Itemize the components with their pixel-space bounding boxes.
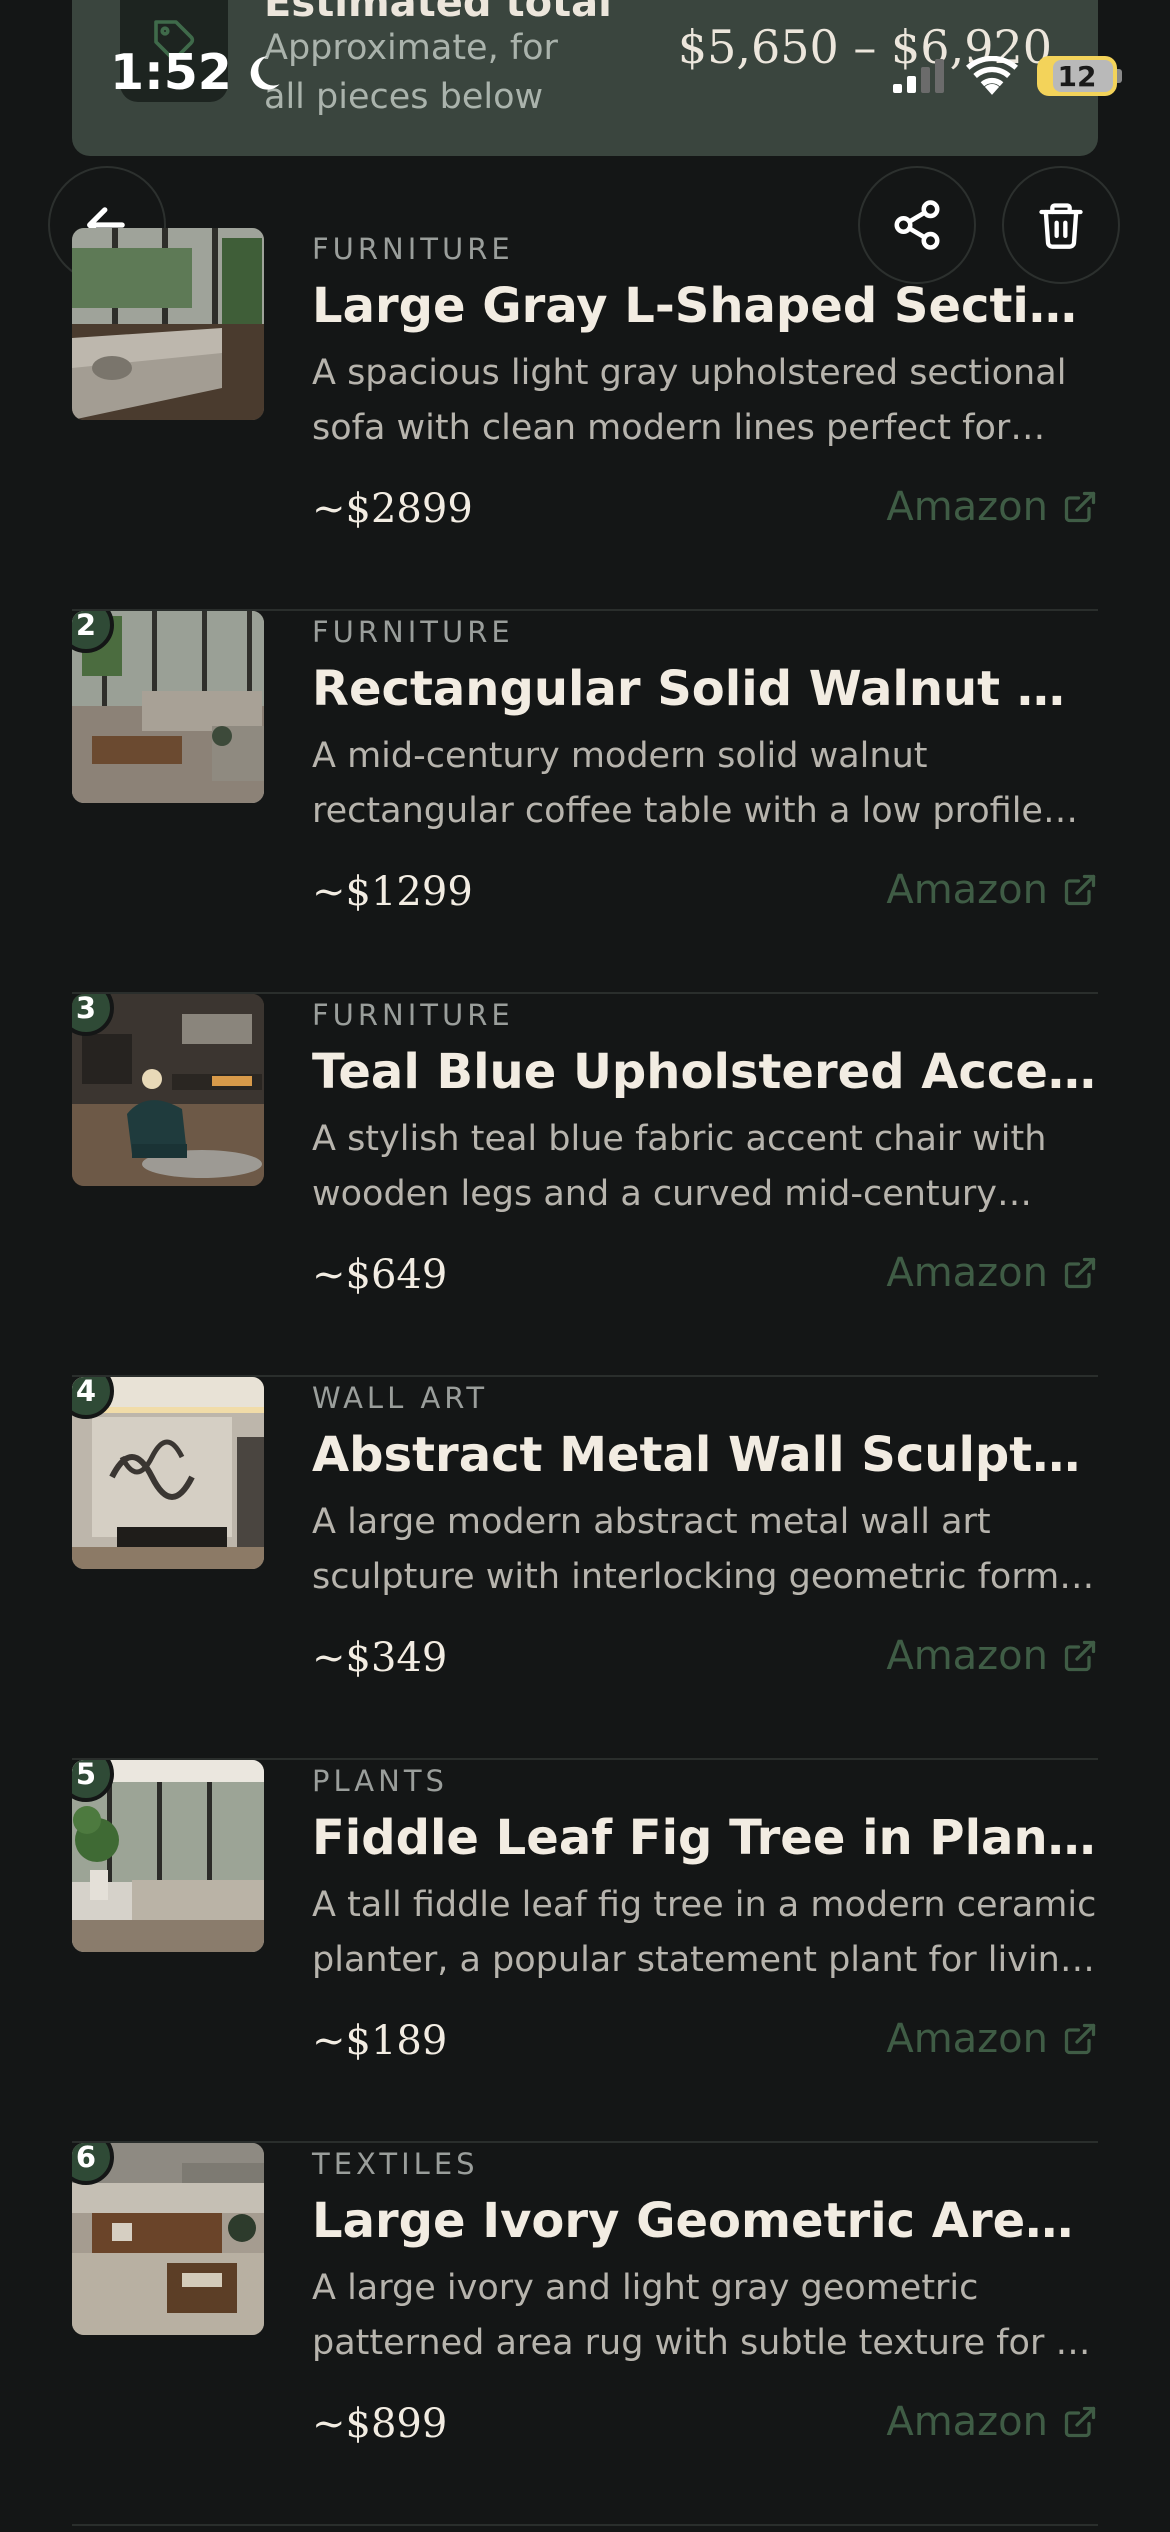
store-link[interactable]: Amazon	[886, 1250, 1098, 1296]
external-link-icon	[1064, 2406, 1096, 2438]
store-link-label: Amazon	[886, 2016, 1048, 2062]
product-thumbnail[interactable]: 3	[72, 994, 264, 1186]
product-category: FURNITURE	[312, 998, 514, 1032]
status-indicators: 12	[891, 56, 1122, 96]
product-description: A tall fiddle leaf fig tree in a modern …	[312, 1885, 1097, 1980]
product-price: ~$1299	[312, 869, 473, 915]
list-item[interactable]: 6 TEXTILES Large Ivory Geometric Area Ru…	[72, 2143, 1098, 2526]
external-link-icon	[1064, 1640, 1096, 1672]
external-link-icon	[1064, 874, 1096, 906]
product-name: Large Gray L-Shaped Sectional Sofa	[312, 278, 1098, 334]
store-link[interactable]: Amazon	[886, 1633, 1098, 1679]
product-name: Abstract Metal Wall Sculpture	[312, 1427, 1098, 1483]
external-link-icon	[1064, 1257, 1096, 1289]
store-link[interactable]: Amazon	[886, 867, 1098, 913]
product-category: WALL ART	[312, 1381, 489, 1415]
product-category: TEXTILES	[312, 2147, 479, 2181]
store-link-label: Amazon	[886, 484, 1048, 530]
store-link-label: Amazon	[886, 1633, 1048, 1679]
status-time: 1:52	[110, 44, 284, 101]
external-link-icon	[1064, 491, 1096, 523]
list-item[interactable]: 2 FURNITURE Rectangular Solid Walnut Woo…	[72, 611, 1098, 994]
product-category: PLANTS	[312, 1764, 448, 1798]
estimate-subtitle: Approximate, for all pieces below	[264, 28, 558, 117]
product-price: ~$649	[312, 1252, 448, 1298]
external-link-icon	[1064, 2023, 1096, 2055]
store-link[interactable]: Amazon	[886, 2016, 1098, 2062]
cellular-signal-icon	[893, 59, 944, 93]
product-name: Teal Blue Upholstered Accent Chair	[312, 1044, 1098, 1100]
product-name: Rectangular Solid Walnut Wood Coffee Tab…	[312, 661, 1098, 717]
product-price: ~$2899	[312, 486, 473, 532]
list-item[interactable]: 5 PLANTS Fiddle Leaf Fig Tree in Planter…	[72, 1760, 1098, 2143]
product-thumbnail[interactable]	[72, 228, 264, 420]
shopping-list-screen: Estimated total Approximate, for all pie…	[0, 0, 1170, 2532]
product-thumbnail[interactable]: 6	[72, 2143, 264, 2335]
product-name: Fiddle Leaf Fig Tree in Planter	[312, 1810, 1098, 1866]
product-category: FURNITURE	[312, 615, 514, 649]
wifi-icon	[966, 56, 1018, 95]
battery-indicator: 12	[1037, 56, 1122, 96]
store-link-label: Amazon	[886, 1250, 1048, 1296]
store-link-label: Amazon	[886, 867, 1048, 913]
product-list: FURNITURE Large Gray L-Shaped Sectional …	[72, 228, 1098, 2526]
store-link[interactable]: Amazon	[886, 2399, 1098, 2445]
battery-icon: 12	[1037, 56, 1117, 96]
product-thumbnail[interactable]: 4	[72, 1377, 264, 1569]
product-price: ~$189	[312, 2018, 448, 2064]
product-price: ~$349	[312, 1635, 448, 1681]
product-thumbnail[interactable]: 5	[72, 1760, 264, 1952]
list-item[interactable]: FURNITURE Large Gray L-Shaped Sectional …	[72, 228, 1098, 611]
product-category: FURNITURE	[312, 232, 514, 266]
product-description: A large ivory and light gray geometric p…	[312, 2268, 1077, 2363]
product-description: A spacious light gray upholstered sectio…	[312, 353, 1067, 448]
product-name: Large Ivory Geometric Area Rug	[312, 2193, 1098, 2249]
product-description: A mid-century modern solid walnut rectan…	[312, 736, 1043, 831]
product-description: A large modern abstract metal wall art s…	[312, 1502, 1078, 1597]
product-price: ~$899	[312, 2401, 448, 2447]
status-time-text: 1:52	[110, 44, 232, 101]
product-description: A stylish teal blue fabric accent chair …	[312, 1119, 1047, 1214]
product-thumbnail[interactable]: 2	[72, 611, 264, 803]
list-item[interactable]: 4 WALL ART Abstract Metal Wall Sculpture…	[72, 1377, 1098, 1760]
store-link-label: Amazon	[886, 2399, 1048, 2445]
moon-icon	[250, 55, 280, 90]
store-link[interactable]: Amazon	[886, 484, 1098, 530]
estimate-title: Estimated total	[264, 0, 612, 26]
list-item[interactable]: 3 FURNITURE Teal Blue Upholstered Accent…	[72, 994, 1098, 1377]
